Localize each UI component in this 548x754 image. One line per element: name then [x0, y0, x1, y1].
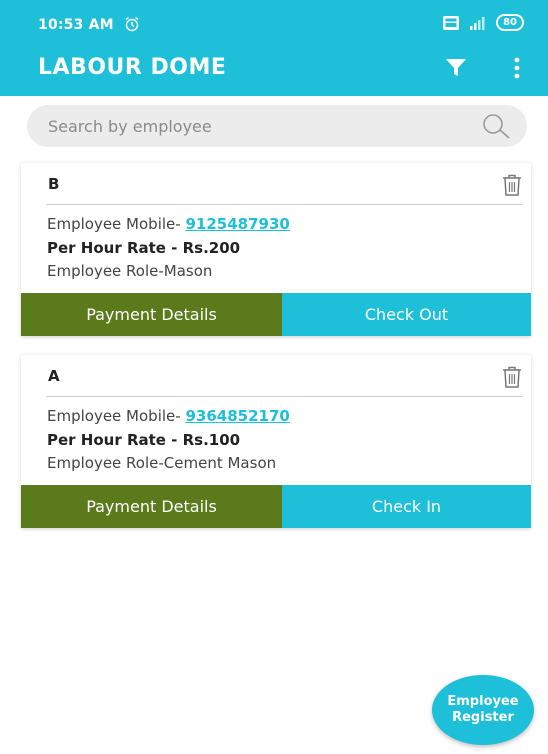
- more-options-icon[interactable]: [513, 56, 521, 80]
- check-in-button[interactable]: Check In: [282, 485, 531, 528]
- status-icons: 80: [442, 14, 524, 31]
- employee-mobile-label: Employee Mobile-: [47, 215, 186, 233]
- alarm-icon: [125, 16, 139, 32]
- employee-name: B: [48, 175, 60, 193]
- payment-details-button[interactable]: Payment Details: [21, 293, 282, 336]
- app-title: LABOUR DOME: [38, 55, 227, 80]
- employee-mobile-line: Employee Mobile- 9364852170: [47, 407, 290, 425]
- battery-indicator: 80: [496, 14, 524, 31]
- employee-mobile-line: Employee Mobile- 9125487930: [47, 215, 290, 233]
- card-divider: [46, 396, 523, 397]
- delete-icon[interactable]: [501, 173, 523, 197]
- payment-details-button[interactable]: Payment Details: [21, 485, 282, 528]
- card-actions: Payment Details Check In: [21, 485, 531, 528]
- status-time: 10:53 AM: [38, 17, 114, 33]
- employee-mobile-label: Employee Mobile-: [47, 407, 186, 425]
- filter-icon[interactable]: [445, 58, 467, 78]
- employee-role: Employee Role-Mason: [47, 262, 213, 280]
- signal-icon: [470, 16, 485, 30]
- delete-icon[interactable]: [501, 365, 523, 389]
- search-bar: [27, 105, 527, 147]
- employee-rate: Per Hour Rate - Rs.200: [47, 239, 241, 257]
- employee-mobile-link[interactable]: 9364852170: [185, 407, 289, 425]
- employee-card: A Employee Mobile- 9364852170 Per Hour R…: [21, 355, 531, 528]
- fab-label-line2: Register: [452, 710, 514, 725]
- employee-card: B Employee Mobile- 9125487930 Per Hour R…: [21, 163, 531, 336]
- search-input[interactable]: [27, 115, 479, 137]
- check-out-button[interactable]: Check Out: [282, 293, 531, 336]
- fab-label-line1: Employee: [447, 694, 519, 709]
- employee-name: A: [48, 367, 60, 385]
- employee-role: Employee Role-Cement Mason: [47, 454, 277, 472]
- volte-icon: [443, 15, 460, 30]
- search-icon[interactable]: [479, 112, 513, 140]
- employee-register-button[interactable]: Employee Register: [432, 675, 534, 745]
- app-bar: 10:53 AM 80 LABOUR DOME: [0, 0, 548, 96]
- card-actions: Payment Details Check Out: [21, 293, 531, 336]
- card-divider: [46, 204, 523, 205]
- employee-rate: Per Hour Rate - Rs.100: [47, 431, 241, 449]
- employee-mobile-link[interactable]: 9125487930: [185, 215, 289, 233]
